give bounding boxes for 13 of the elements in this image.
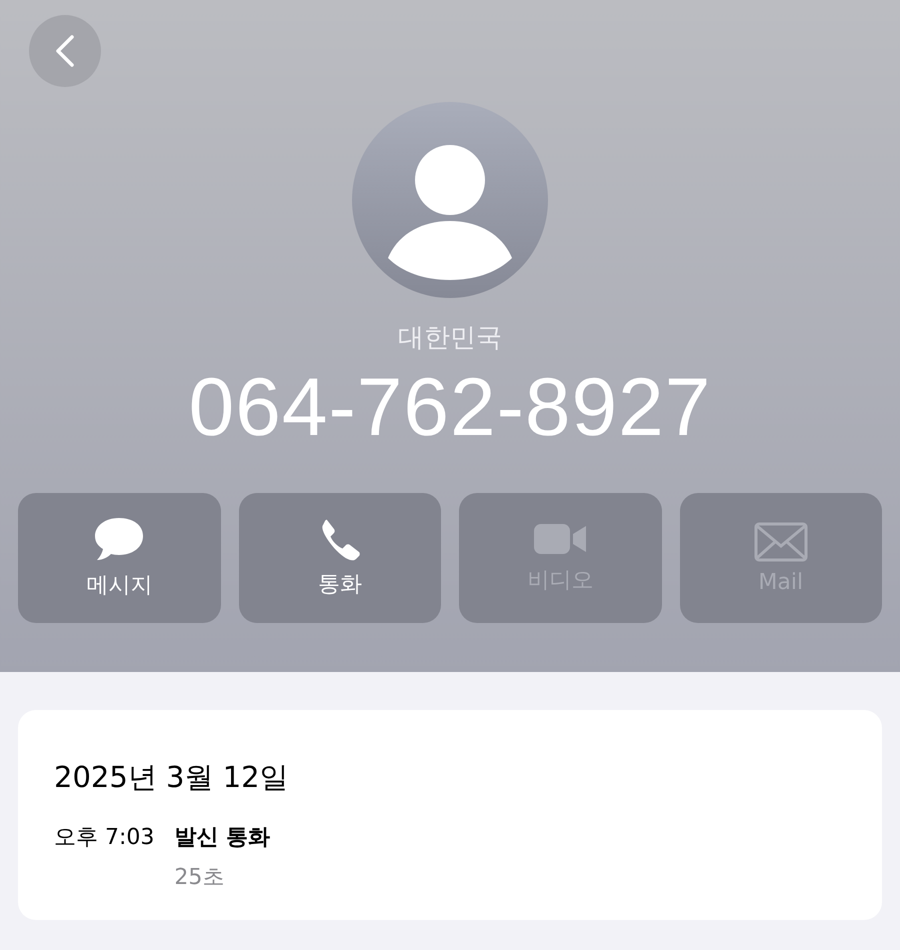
country-label: 대한민국: [398, 322, 502, 355]
avatar-icon: [352, 102, 548, 298]
video-camera-icon: [532, 521, 588, 557]
message-button[interactable]: 메시지: [18, 493, 220, 623]
speech-bubble-icon: [93, 516, 146, 562]
call-duration: 25초: [174, 864, 226, 892]
back-icon: [55, 34, 75, 68]
call-date: 2025년 3월 12일: [54, 759, 290, 796]
call-type: 발신 통화: [174, 824, 270, 852]
envelope-icon: [754, 522, 808, 562]
phone-number: 064-762-8927: [188, 361, 712, 455]
call-button[interactable]: 통화: [238, 493, 441, 623]
call-time: 오후 7:03: [54, 824, 154, 852]
